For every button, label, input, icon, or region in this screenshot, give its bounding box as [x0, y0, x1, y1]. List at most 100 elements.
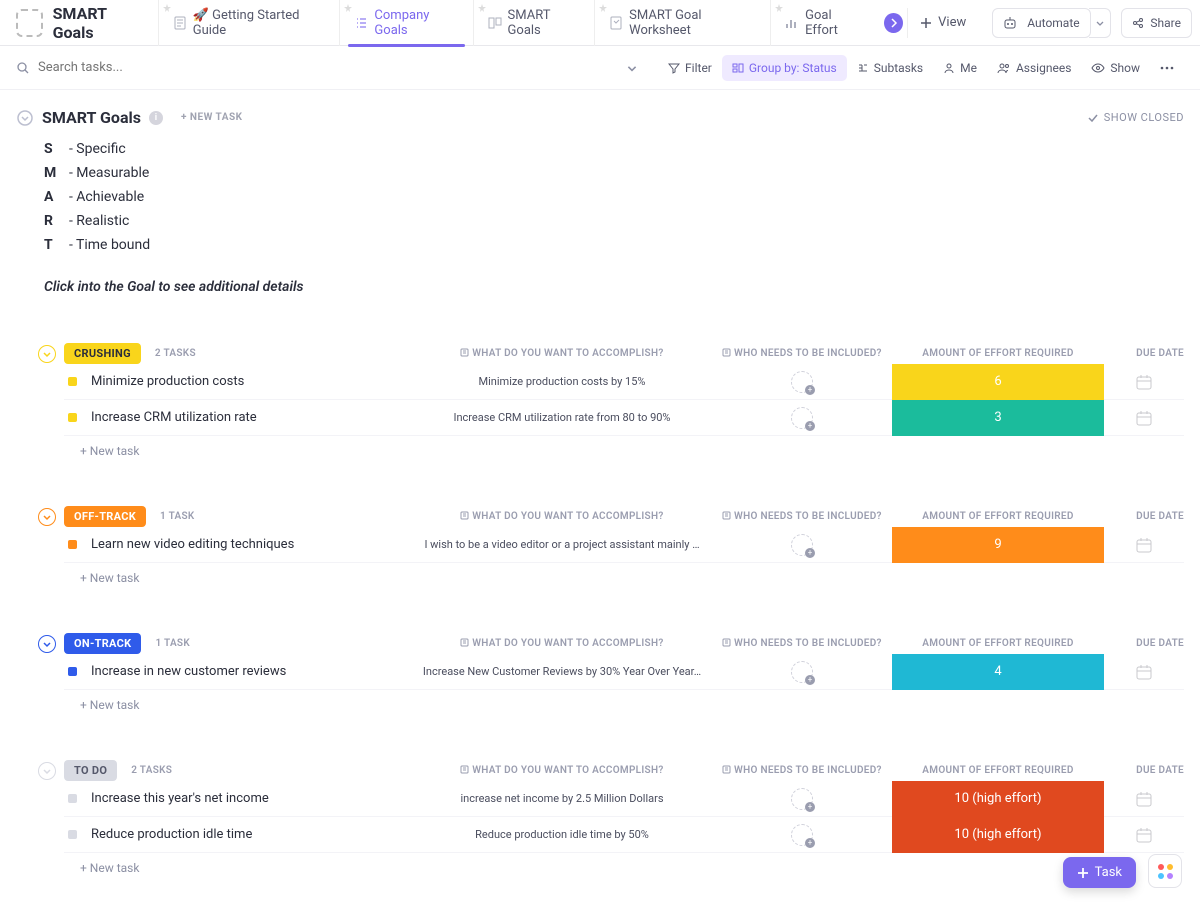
- new-task-button[interactable]: + New task: [64, 853, 1184, 875]
- calendar-icon[interactable]: [1135, 790, 1153, 808]
- calendar-icon[interactable]: [1135, 663, 1153, 681]
- calendar-icon[interactable]: [1135, 373, 1153, 391]
- due-date-cell[interactable]: [1104, 409, 1184, 427]
- assignee-cell[interactable]: [712, 661, 892, 683]
- task-name[interactable]: Increase in new customer reviews: [91, 664, 412, 679]
- tab-company-goals[interactable]: Company Goals: [339, 0, 472, 46]
- group-collapse-toggle[interactable]: [38, 508, 56, 526]
- task-row[interactable]: Reduce production idle timeReduce produc…: [64, 817, 1184, 853]
- automate-label: Automate: [1027, 16, 1079, 30]
- effort-cell[interactable]: 6: [892, 364, 1104, 400]
- show-closed-button[interactable]: SHOW CLOSED: [1087, 111, 1184, 124]
- due-date-cell[interactable]: [1104, 790, 1184, 808]
- effort-cell[interactable]: 3: [892, 400, 1104, 436]
- tab--getting-started-guide[interactable]: 🚀 Getting Started Guide: [158, 0, 340, 46]
- add-assignee-icon[interactable]: [791, 407, 813, 429]
- info-icon[interactable]: i: [149, 111, 163, 125]
- tab-goal-effort[interactable]: Goal Effort: [770, 0, 876, 46]
- show-button[interactable]: Show: [1081, 61, 1150, 75]
- task-row[interactable]: Increase in new customer reviewsIncrease…: [64, 654, 1184, 690]
- task-row[interactable]: Increase this year's net incomeincrease …: [64, 781, 1184, 817]
- group-collapse-toggle[interactable]: [38, 635, 56, 653]
- effort-cell[interactable]: 4: [892, 654, 1104, 690]
- add-assignee-icon[interactable]: [791, 788, 813, 810]
- add-assignee-icon[interactable]: [791, 534, 813, 556]
- status-square[interactable]: [68, 413, 77, 422]
- calendar-icon[interactable]: [1135, 536, 1153, 554]
- search-dropdown[interactable]: [626, 62, 638, 74]
- subtasks-button[interactable]: Subtasks: [847, 61, 933, 75]
- group-collapse-toggle[interactable]: [38, 345, 56, 363]
- task-row[interactable]: Learn new video editing techniquesI wish…: [64, 527, 1184, 563]
- hint-text: Click into the Goal to see additional de…: [44, 279, 1184, 295]
- automate-dropdown[interactable]: [1089, 8, 1112, 38]
- status-square[interactable]: [68, 794, 77, 803]
- status-label[interactable]: OFF-TRACK: [64, 506, 146, 527]
- apps-fab[interactable]: [1148, 854, 1182, 888]
- status-square[interactable]: [68, 667, 77, 676]
- assignees-button[interactable]: Assignees: [987, 61, 1081, 75]
- more-button[interactable]: [1150, 66, 1184, 70]
- new-task-button[interactable]: + New task: [64, 690, 1184, 712]
- group-collapse-toggle[interactable]: [38, 762, 56, 780]
- add-assignee-icon[interactable]: [791, 661, 813, 683]
- search-input[interactable]: [38, 60, 218, 75]
- new-task-button[interactable]: + New task: [64, 436, 1184, 458]
- accomplish-cell[interactable]: I wish to be a video editor or a project…: [412, 527, 712, 563]
- automate-button[interactable]: Automate: [992, 8, 1090, 38]
- effort-cell[interactable]: 9: [892, 527, 1104, 563]
- calendar-icon[interactable]: [1135, 409, 1153, 427]
- group-by-button[interactable]: Group by: Status: [722, 55, 847, 81]
- smart-acronym: S - SpecificM - MeasurableA - Achievable…: [44, 137, 1184, 257]
- task-name[interactable]: Reduce production idle time: [91, 827, 412, 842]
- assignee-cell[interactable]: [712, 824, 892, 846]
- share-button[interactable]: Share: [1121, 8, 1192, 38]
- accomplish-cell[interactable]: Reduce production idle time by 50%: [412, 817, 712, 853]
- group-off-track: OFF-TRACK1 TASK WHAT DO YOU WANT TO ACCO…: [16, 506, 1184, 585]
- accomplish-cell[interactable]: increase net income by 2.5 Million Dolla…: [412, 781, 712, 817]
- task-name[interactable]: Minimize production costs: [91, 374, 412, 389]
- due-date-cell[interactable]: [1104, 826, 1184, 844]
- assignee-cell[interactable]: [712, 407, 892, 429]
- filter-button[interactable]: Filter: [658, 61, 722, 75]
- status-square[interactable]: [68, 377, 77, 386]
- task-row[interactable]: Minimize production costsMinimize produc…: [64, 364, 1184, 400]
- accomplish-cell[interactable]: Increase CRM utilization rate from 80 to…: [412, 400, 712, 436]
- assignee-cell[interactable]: [712, 534, 892, 556]
- add-view-button[interactable]: View: [907, 8, 978, 38]
- task-name[interactable]: Learn new video editing techniques: [91, 537, 412, 552]
- tab-overflow-button[interactable]: [884, 13, 903, 33]
- assignee-cell[interactable]: [712, 371, 892, 393]
- status-square[interactable]: [68, 830, 77, 839]
- status-square[interactable]: [68, 540, 77, 549]
- calendar-icon[interactable]: [1135, 826, 1153, 844]
- effort-cell[interactable]: 10 (high effort): [892, 817, 1104, 853]
- accomplish-cell[interactable]: Increase New Customer Reviews by 30% Yea…: [412, 654, 712, 690]
- due-date-cell[interactable]: [1104, 536, 1184, 554]
- task-name[interactable]: Increase this year's net income: [91, 791, 412, 806]
- add-assignee-icon[interactable]: [791, 371, 813, 393]
- me-button[interactable]: Me: [933, 61, 987, 75]
- tab-smart-goals[interactable]: SMART Goals: [473, 0, 595, 46]
- accomplish-cell[interactable]: Minimize production costs by 15%: [412, 364, 712, 400]
- tab-smart-goal-worksheet[interactable]: SMART Goal Worksheet: [594, 0, 770, 46]
- pin-icon: [163, 4, 171, 12]
- new-task-header-button[interactable]: + NEW TASK: [181, 112, 243, 123]
- search-box[interactable]: [16, 60, 658, 75]
- task-row[interactable]: Increase CRM utilization rateIncrease CR…: [64, 400, 1184, 436]
- add-assignee-icon[interactable]: [791, 824, 813, 846]
- effort-cell[interactable]: 10 (high effort): [892, 781, 1104, 817]
- collapse-icon[interactable]: [16, 109, 34, 127]
- status-label[interactable]: ON-TRACK: [64, 633, 141, 654]
- due-date-cell[interactable]: [1104, 373, 1184, 391]
- task-count: 1 TASK: [155, 638, 190, 649]
- assignee-cell[interactable]: [712, 788, 892, 810]
- status-label[interactable]: CRUSHING: [64, 343, 141, 364]
- share-label: Share: [1150, 16, 1181, 30]
- due-date-cell[interactable]: [1104, 663, 1184, 681]
- task-name[interactable]: Increase CRM utilization rate: [91, 410, 412, 425]
- group-header: ON-TRACK1 TASK WHAT DO YOU WANT TO ACCOM…: [38, 633, 1184, 654]
- new-task-button[interactable]: + New task: [64, 563, 1184, 585]
- new-task-fab[interactable]: Task: [1063, 857, 1136, 888]
- status-label[interactable]: TO DO: [64, 760, 117, 781]
